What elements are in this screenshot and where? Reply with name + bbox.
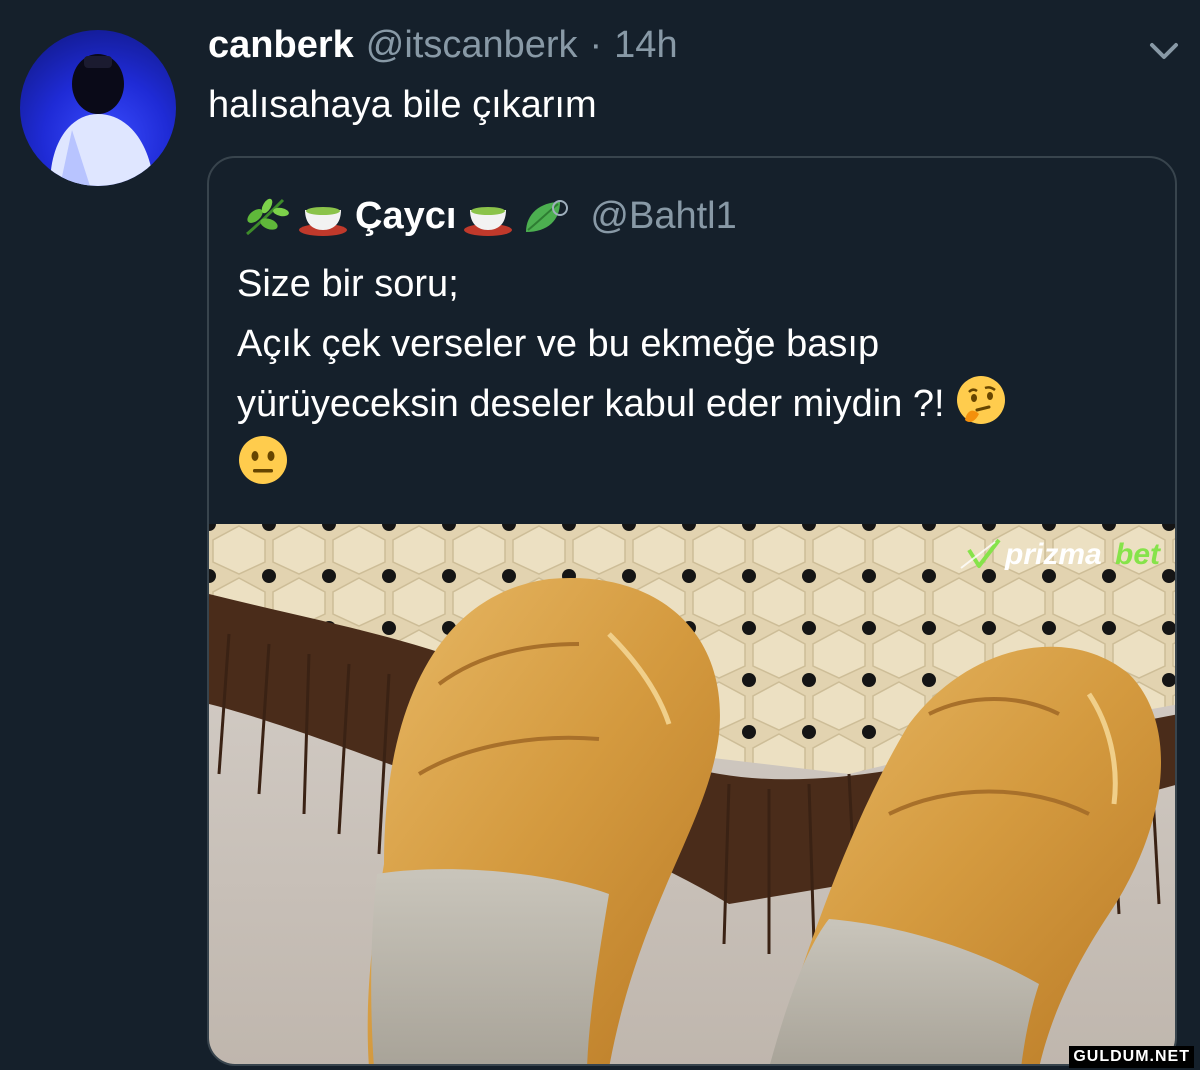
quote-line: yürüyeceksin deseler kabul eder miydin ?… — [237, 383, 945, 425]
quote-line-with-emoji: yürüyeceksin deseler kabul eder miydin ?… — [237, 374, 1157, 434]
user-handle[interactable]: @itscanberk — [366, 24, 578, 67]
quote-handle[interactable]: @Bahtl1 — [590, 195, 736, 238]
display-name[interactable]: canberk — [208, 24, 354, 67]
quote-line: Size bir soru; — [237, 263, 459, 305]
avatar-image — [50, 54, 154, 186]
quote-emoji-line — [237, 434, 1157, 494]
watermark-bet: bet — [1115, 538, 1162, 571]
tea-icon — [299, 207, 347, 236]
site-watermark: GULDUM.NET — [1069, 1046, 1194, 1068]
quote-display-name[interactable]: Çaycı — [355, 195, 456, 238]
leaf-icon — [526, 200, 569, 232]
thinking-face-icon — [957, 376, 1006, 424]
herb-icon — [246, 198, 289, 236]
avatar[interactable] — [20, 30, 176, 186]
quote-line: Açık çek verseler ve bu ekmeğe basıp — [237, 323, 880, 365]
separator-dot: · — [589, 24, 603, 66]
tweet-media-image[interactable]: prizma bet — [209, 524, 1175, 1064]
timestamp[interactable]: 14h — [614, 24, 677, 67]
chevron-down-icon[interactable] — [1146, 36, 1182, 66]
tweet-header: canberk @itscanberk · 14h — [208, 24, 678, 74]
bread-shoes-photo: prizma bet — [209, 524, 1175, 1064]
quote-header: Çaycı @Bahtl1 — [239, 188, 737, 244]
quote-text: Size bir soru; Açık çek verseler ve bu e… — [237, 254, 1157, 494]
tweet-text: halısahaya bile çıkarım — [208, 84, 597, 126]
quoted-tweet[interactable]: Çaycı @Bahtl1 Size bir soru; Açık çek ve… — [207, 156, 1177, 1066]
neutral-face-icon — [239, 436, 287, 484]
tea-icon — [464, 207, 513, 236]
watermark-prizma: prizma — [1004, 538, 1102, 571]
